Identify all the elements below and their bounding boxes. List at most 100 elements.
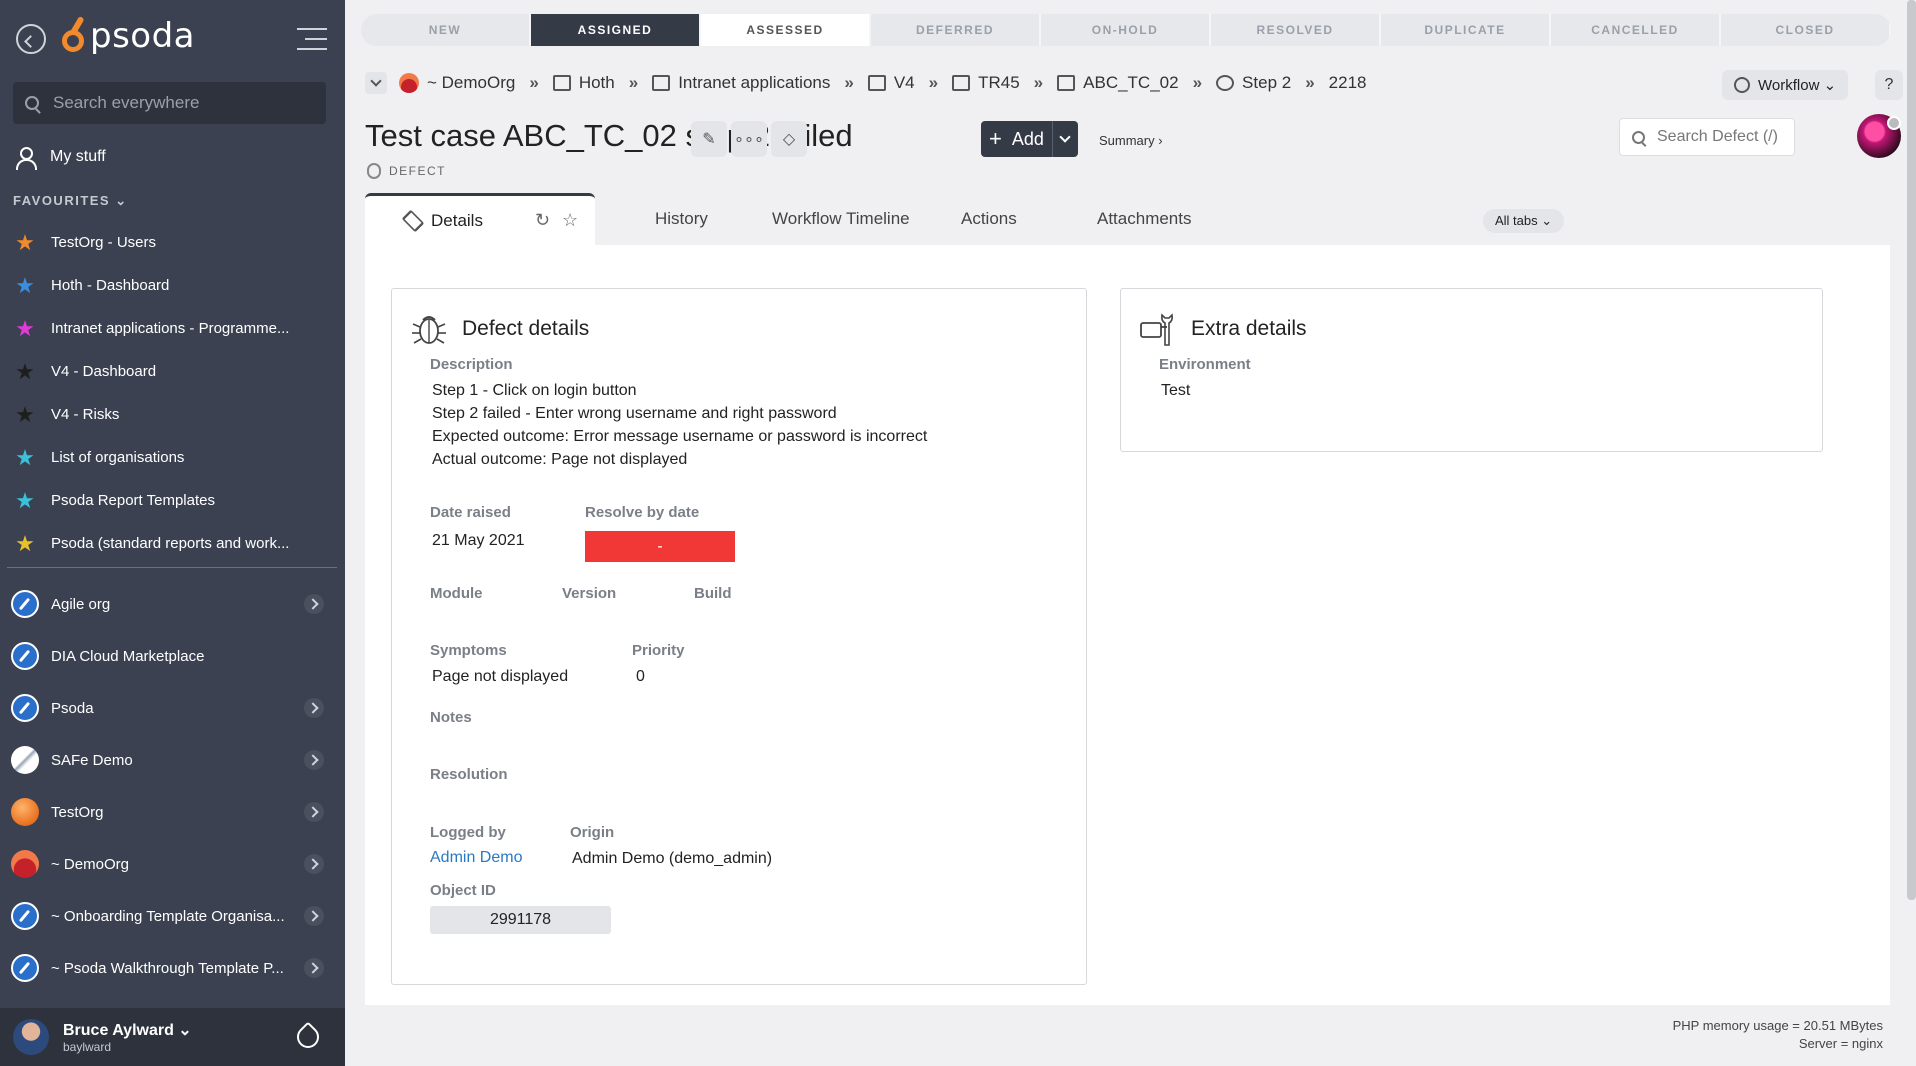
- org-item[interactable]: DIA Cloud Marketplace: [11, 630, 336, 682]
- breadcrumb-item[interactable]: ~ DemoOrg: [399, 73, 515, 93]
- breadcrumb-dropdown-icon[interactable]: [365, 72, 387, 94]
- favourite-label: TestOrg - Users: [51, 234, 157, 251]
- org-label: DIA Cloud Marketplace: [51, 647, 205, 665]
- avatar[interactable]: [1857, 114, 1901, 158]
- breadcrumb-item[interactable]: ABC_TC_02: [1057, 73, 1179, 93]
- collapse-menu-icon[interactable]: [295, 28, 327, 50]
- help-button[interactable]: ?: [1875, 70, 1903, 100]
- breadcrumb-label: Hoth: [578, 73, 615, 92]
- breadcrumb-item[interactable]: TR45: [952, 73, 1020, 93]
- add-button[interactable]: + Add: [981, 121, 1078, 157]
- favourite-item[interactable]: ★ Psoda (standard reports and work...: [13, 522, 333, 565]
- org-item[interactable]: ~ Onboarding Template Organisa...: [11, 890, 336, 942]
- user-menu[interactable]: Bruce Aylward ⌄ baylward: [0, 1008, 345, 1066]
- extra-details-card: Extra details Environment Test: [1120, 288, 1823, 452]
- org-item[interactable]: SAFe Demo: [11, 734, 336, 786]
- edit-button[interactable]: ✎: [691, 121, 727, 157]
- psoda-logo[interactable]: psoda: [62, 15, 195, 56]
- global-search-input[interactable]: Search everywhere: [13, 82, 326, 124]
- chevron-right-icon[interactable]: [304, 802, 324, 822]
- tag-icon[interactable]: [292, 1021, 324, 1053]
- summary-link[interactable]: Summary ›: [1099, 133, 1163, 148]
- origin-value: Admin Demo (demo_admin): [572, 850, 773, 867]
- favourite-item[interactable]: ★ V4 - Risks: [13, 393, 333, 436]
- favourite-label: Intranet applications - Programme...: [51, 320, 290, 337]
- breadcrumb-item[interactable]: Intranet applications: [652, 73, 830, 93]
- star-icon[interactable]: ☆: [562, 210, 578, 231]
- stage-assigned[interactable]: ASSIGNED: [531, 14, 701, 46]
- rocket-icon: [11, 954, 39, 982]
- favourite-label: V4 - Risks: [51, 406, 120, 423]
- tab-details[interactable]: Details ↻ ☆: [365, 193, 595, 245]
- tab-actions[interactable]: Actions: [961, 193, 1017, 245]
- chevron-down-icon[interactable]: [1052, 121, 1078, 157]
- wrench-icon: [1140, 313, 1173, 346]
- date-raised-value: 21 May 2021: [432, 532, 525, 549]
- favourite-item[interactable]: ★ Psoda Report Templates: [13, 479, 333, 522]
- tab-attachments[interactable]: Attachments: [1097, 193, 1192, 245]
- org-item[interactable]: Psoda: [11, 682, 336, 734]
- stage-deferred[interactable]: DEFERRED: [871, 14, 1041, 46]
- back-arrow-icon[interactable]: [16, 24, 46, 54]
- stage-assessed[interactable]: ASSESSED: [701, 14, 871, 46]
- notes-label: Notes: [430, 709, 472, 726]
- priority-label: Priority: [632, 642, 685, 659]
- org-item[interactable]: ~ DemoOrg: [11, 838, 336, 890]
- chevron-right-icon[interactable]: [304, 854, 324, 874]
- breadcrumb-label: TR45: [978, 73, 1020, 92]
- logged-by-link[interactable]: Admin Demo: [430, 849, 522, 867]
- org-label: Psoda: [51, 699, 94, 717]
- bug-icon: [412, 316, 446, 344]
- breadcrumb-item[interactable]: V4: [867, 73, 915, 93]
- breadcrumb-separator: »: [529, 73, 539, 92]
- favourite-item[interactable]: ★ Hoth - Dashboard: [13, 264, 333, 307]
- org-item[interactable]: Agile org: [11, 578, 336, 630]
- stage-closed[interactable]: CLOSED: [1721, 14, 1891, 46]
- chevron-right-icon[interactable]: [304, 594, 324, 614]
- module-label: Module: [430, 585, 483, 602]
- favourite-label: Psoda (standard reports and work...: [51, 535, 290, 552]
- stage-duplicate[interactable]: DUPLICATE: [1381, 14, 1551, 46]
- stage-new[interactable]: NEW: [361, 14, 531, 46]
- environment-value: Test: [1161, 382, 1191, 399]
- object-type-text: DEFECT: [389, 164, 446, 178]
- favourite-item[interactable]: ★ TestOrg - Users: [13, 221, 333, 264]
- breadcrumb-label: V4: [893, 73, 915, 92]
- breadcrumb-item[interactable]: Step 2: [1216, 73, 1291, 93]
- chevron-right-icon[interactable]: [304, 958, 324, 978]
- favourite-item[interactable]: ★ V4 - Dashboard: [13, 350, 333, 393]
- breadcrumb-separator: »: [1192, 73, 1203, 92]
- workflow-button[interactable]: Workflow ⌄: [1722, 70, 1849, 100]
- user-name: Bruce Aylward ⌄: [63, 1022, 192, 1039]
- project-icon: [867, 75, 886, 91]
- details-panel: Defect details Description Step 1 - Clic…: [365, 245, 1890, 1005]
- favourites-header[interactable]: FAVOURITES ⌄: [13, 193, 128, 209]
- favourite-item[interactable]: ★ List of organisations: [13, 436, 333, 479]
- object-id-value[interactable]: 2991178: [430, 906, 611, 934]
- sidebar: psoda Search everywhere My stuff FAVOURI…: [0, 0, 345, 1066]
- build-label: Build: [694, 585, 732, 602]
- favourite-item[interactable]: ★ Intranet applications - Programme...: [13, 307, 333, 350]
- page-scrollbar[interactable]: [1907, 0, 1916, 900]
- refresh-icon[interactable]: ↻: [535, 210, 550, 231]
- chevron-right-icon[interactable]: [304, 906, 324, 926]
- stage-on-hold[interactable]: ON-HOLD: [1041, 14, 1211, 46]
- defect-search-input[interactable]: Search Defect (/): [1619, 118, 1795, 156]
- tag-button[interactable]: ◇: [771, 121, 807, 157]
- chevron-right-icon[interactable]: [304, 750, 324, 770]
- tab-history[interactable]: History: [655, 193, 708, 245]
- more-dots-icon: ∘∘∘: [733, 131, 765, 148]
- stage-resolved[interactable]: RESOLVED: [1211, 14, 1381, 46]
- stage-cancelled[interactable]: CANCELLED: [1551, 14, 1721, 46]
- chevron-right-icon[interactable]: [304, 698, 324, 718]
- breadcrumb-item[interactable]: Hoth: [552, 73, 615, 93]
- star-icon: ★: [15, 487, 35, 513]
- my-stuff-link[interactable]: My stuff: [14, 146, 106, 170]
- org-item[interactable]: TestOrg: [11, 786, 336, 838]
- all-tabs-button[interactable]: All tabs ⌄: [1483, 209, 1565, 233]
- more-options-button[interactable]: ∘∘∘: [731, 121, 767, 157]
- tab-workflow-timeline[interactable]: Workflow Timeline: [772, 193, 910, 245]
- sidebar-divider: [7, 567, 337, 568]
- symptoms-label: Symptoms: [430, 642, 507, 659]
- org-item[interactable]: ~ Psoda Walkthrough Template P...: [11, 942, 336, 994]
